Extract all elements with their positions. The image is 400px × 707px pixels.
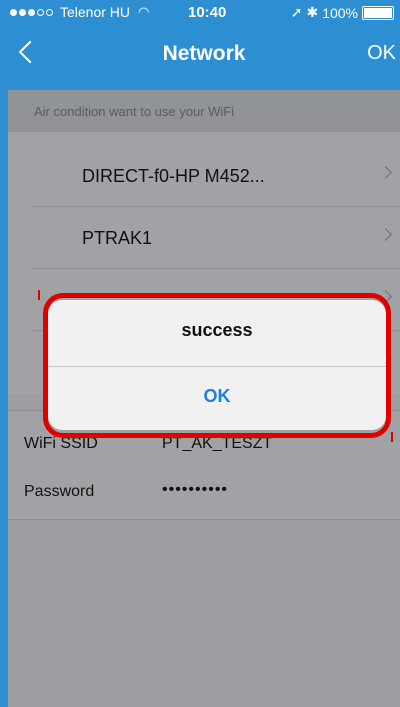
highlight-box [43,293,391,438]
status-time: 10:40 [188,4,227,21]
signal-icon [10,8,53,16]
header: Telenor HU ◠ 10:40 ➚ ✱ 100% Network OK [8,0,400,90]
nav-bar: Network OK [8,24,400,90]
page-title: Network [162,42,246,65]
password-label: Password [24,483,95,500]
app-screen: Telenor HU ◠ 10:40 ➚ ✱ 100% Network OK A… [8,0,400,707]
chevron-right-icon [379,228,392,241]
network-name: PTRAK1 [82,228,153,248]
chevron-right-icon [379,166,392,179]
network-row[interactable]: DIRECT-f0-HP M452... [32,146,400,207]
hint-text: Air condition want to use your WiFi [34,104,235,119]
status-left: Telenor HU ◠ [10,4,149,20]
battery-percent: 100% [322,4,358,21]
network-name: DIRECT-f0-HP M452... [82,166,265,186]
status-right: ➚ ✱ 100% [291,4,394,21]
highlight-tick [38,290,40,300]
password-value[interactable]: •••••••••• [162,481,228,499]
highlight-tick [391,432,393,442]
ok-button[interactable]: OK [367,42,396,65]
password-field[interactable]: Password •••••••••• [24,467,400,519]
bluetooth-icon: ✱ [306,4,319,20]
battery-icon [362,5,394,20]
wifi-hint: Air condition want to use your WiFi [8,90,400,132]
carrier-name: Telenor HU [60,4,131,20]
wifi-icon: ◠ [138,4,150,19]
status-bar: Telenor HU ◠ 10:40 ➚ ✱ 100% [8,0,400,24]
network-row[interactable]: PTRAK1 [32,208,400,269]
location-icon: ➚ [290,4,303,20]
